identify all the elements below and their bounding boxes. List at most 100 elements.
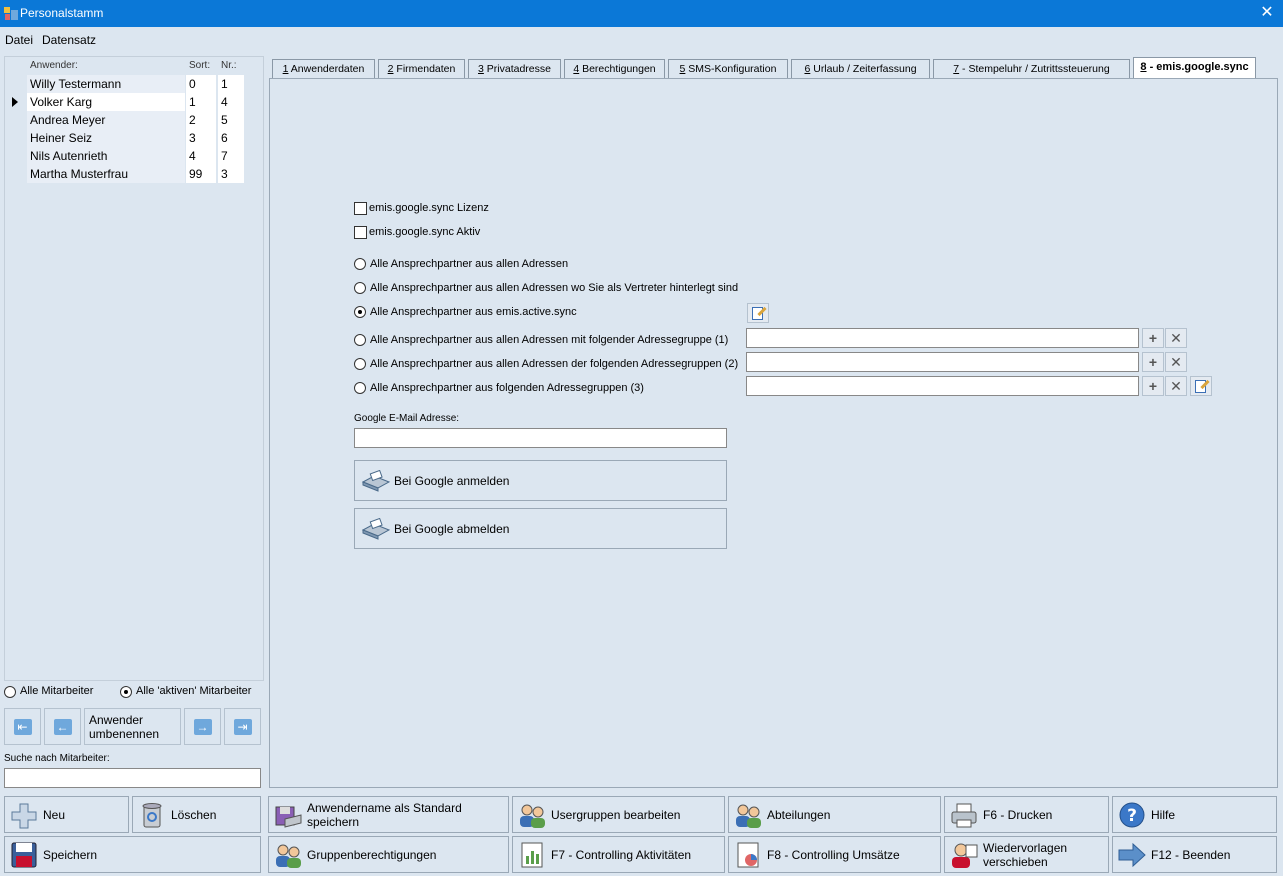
- rename-user-button[interactable]: Anwender umbenennen: [84, 708, 181, 745]
- close-icon: ✕: [1170, 378, 1182, 394]
- option4-label: Alle Ansprechpartner aus allen Adressen …: [370, 334, 729, 346]
- tab-stempeluhr[interactable]: 7 - Stempeluhr / Zutrittssteuerung: [933, 59, 1130, 79]
- list-row[interactable]: Heiner Seiz 3 6: [5, 129, 263, 147]
- menu-datensatz[interactable]: Datensatz: [42, 33, 96, 47]
- list-row-selected[interactable]: Volker Karg 1 4: [5, 93, 263, 111]
- tab-label: Privatadresse: [483, 63, 551, 75]
- license-checkbox[interactable]: [354, 202, 367, 215]
- tab-sms-konfiguration[interactable]: 5 SMS-Konfiguration: [668, 59, 788, 79]
- menu-datei[interactable]: Datei: [5, 33, 33, 47]
- menu-bar: Datei Datensatz: [0, 27, 1283, 51]
- users-icon: [520, 804, 545, 828]
- new-button[interactable]: Neu: [4, 796, 129, 833]
- option5-radio[interactable]: [354, 358, 366, 370]
- group3-field[interactable]: [746, 376, 1139, 396]
- row-nr: 5: [218, 111, 244, 129]
- row-indicator: [5, 75, 27, 93]
- remove-group3-button[interactable]: ✕: [1165, 376, 1187, 396]
- add-group2-button[interactable]: +: [1142, 352, 1164, 372]
- departments-button[interactable]: Abteilungen: [728, 796, 941, 833]
- option6-radio[interactable]: [354, 382, 366, 394]
- close-icon: ✕: [1170, 354, 1182, 370]
- users-icon: [736, 804, 761, 828]
- row-name: Nils Autenrieth: [27, 147, 185, 165]
- row-sort: 99: [186, 165, 216, 183]
- new-label: Neu: [43, 807, 66, 822]
- plus-icon: +: [1148, 330, 1158, 346]
- move-reminders-button[interactable]: Wiedervorlagen verschieben: [944, 836, 1109, 873]
- group-permissions-button[interactable]: Gruppenberechtigungen: [268, 836, 509, 873]
- edit-groups-button[interactable]: [1190, 376, 1212, 396]
- save-label: Speichern: [43, 847, 98, 862]
- next-record-button[interactable]: →: [184, 708, 221, 745]
- edit-usergroups-button[interactable]: Usergruppen bearbeiten: [512, 796, 725, 833]
- save-button[interactable]: Speichern: [4, 836, 261, 873]
- group2-field[interactable]: [746, 352, 1139, 372]
- tab-privatadresse[interactable]: 3 Privatadresse: [468, 59, 561, 79]
- remove-group1-button[interactable]: ✕: [1165, 328, 1187, 348]
- option6-label: Alle Ansprechpartner aus folgenden Adres…: [370, 382, 644, 394]
- row-indicator: [5, 147, 27, 165]
- sync-device-icon: [361, 470, 391, 492]
- option2-label: Alle Ansprechpartner aus allen Adressen …: [370, 282, 739, 294]
- list-row[interactable]: Willy Testermann 0 1: [5, 75, 263, 93]
- google-login-label: Bei Google anmelden: [394, 474, 510, 488]
- active-label: emis.google.sync Aktiv: [369, 226, 481, 238]
- title-bar: Personalstamm ✕: [0, 0, 1283, 27]
- tab-strip: 1 Anwenderdaten 2 Firmendaten 3 Privatad…: [268, 57, 1278, 79]
- row-nr: 7: [218, 147, 244, 165]
- option2-radio[interactable]: [354, 282, 366, 294]
- controlling-sales-button[interactable]: F8 - Controlling Umsätze: [728, 836, 941, 873]
- radio-active-employees[interactable]: [120, 686, 132, 698]
- move-reminders-label: Wiedervorlagen verschieben: [983, 840, 1068, 869]
- print-button[interactable]: F6 - Drucken: [944, 796, 1109, 833]
- tab-label: Urlaub / Zeiterfassung: [810, 63, 917, 75]
- google-logout-label: Bei Google abmelden: [394, 522, 510, 536]
- search-label: Suche nach Mitarbeiter:: [4, 753, 110, 764]
- group1-field[interactable]: [746, 328, 1139, 348]
- list-header: Anwender: Sort: Nr.:: [5, 57, 263, 75]
- tab-emis-google-sync[interactable]: 8 - emis.google.sync: [1133, 57, 1256, 79]
- radio-all-employees[interactable]: [4, 686, 16, 698]
- option3-radio[interactable]: [354, 306, 366, 318]
- header-name: Anwender:: [30, 60, 78, 71]
- list-row[interactable]: Andrea Meyer 2 5: [5, 111, 263, 129]
- header-nr: Nr.:: [221, 60, 237, 71]
- tab-firmendaten[interactable]: 2 Firmendaten: [378, 59, 465, 79]
- option4-radio[interactable]: [354, 334, 366, 346]
- tab-urlaub-zeiterfassung[interactable]: 6 Urlaub / Zeiterfassung: [791, 59, 930, 79]
- option1-radio[interactable]: [354, 258, 366, 270]
- google-email-field[interactable]: [354, 428, 727, 448]
- save-as-default-button[interactable]: Anwendername als Standard speichern: [268, 796, 509, 833]
- add-group3-button[interactable]: +: [1142, 376, 1164, 396]
- tab-anwenderdaten[interactable]: 1 Anwenderdaten: [272, 59, 375, 79]
- google-logout-button[interactable]: Bei Google abmelden: [354, 508, 727, 549]
- google-login-button[interactable]: Bei Google anmelden: [354, 460, 727, 501]
- remove-group2-button[interactable]: ✕: [1165, 352, 1187, 372]
- exit-button[interactable]: F12 - Beenden: [1112, 836, 1277, 873]
- tab-label: - emis.google.sync: [1146, 61, 1249, 73]
- chart-document-icon: [521, 842, 543, 868]
- add-group1-button[interactable]: +: [1142, 328, 1164, 348]
- header-sort: Sort:: [189, 60, 211, 71]
- label-active-employees: Alle 'aktiven' Mitarbeiter: [136, 685, 252, 697]
- option5-label: Alle Ansprechpartner aus allen Adressen …: [370, 358, 739, 370]
- previous-record-button[interactable]: ←: [44, 708, 81, 745]
- active-checkbox[interactable]: [354, 226, 367, 239]
- delete-button[interactable]: Löschen: [132, 796, 261, 833]
- last-record-button[interactable]: ⇥: [224, 708, 261, 745]
- list-row[interactable]: Nils Autenrieth 4 7: [5, 147, 263, 165]
- close-icon[interactable]: ✕: [1257, 3, 1277, 23]
- list-row[interactable]: Martha Musterfrau 99 3: [5, 165, 263, 183]
- first-record-button[interactable]: ⇤: [4, 708, 41, 745]
- row-name: Heiner Seiz: [27, 129, 185, 147]
- controlling-activities-button[interactable]: F7 - Controlling Aktivitäten: [512, 836, 725, 873]
- controlling-activities-label: F7 - Controlling Aktivitäten: [551, 847, 692, 862]
- floppy-disk-icon: [11, 842, 37, 868]
- help-button[interactable]: ? Hilfe: [1112, 796, 1277, 833]
- tab-label: Anwenderdaten: [288, 63, 365, 75]
- edit-active-sync-button[interactable]: [747, 303, 769, 323]
- row-indicator: [5, 165, 27, 183]
- tab-berechtigungen[interactable]: 4 Berechtigungen: [564, 59, 665, 79]
- search-input[interactable]: [4, 768, 261, 788]
